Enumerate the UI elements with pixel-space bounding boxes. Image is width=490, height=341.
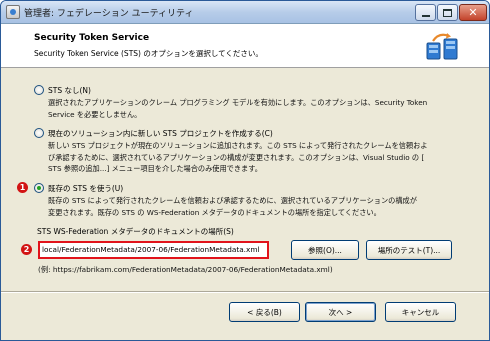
page-subtitle: Security Token Service (STS) のオプションを選択して… — [34, 49, 263, 58]
maximize-icon — [443, 8, 452, 17]
app-icon — [6, 5, 20, 19]
close-button[interactable]: ✕ — [459, 4, 487, 21]
window-title: 管理者: フェデレーション ユーティリティ — [24, 9, 194, 19]
option-label: 現在のソリューション内に新しい STS プロジェクトを作成する(C) — [48, 129, 273, 138]
option-description: 選択されたアプリケーションのクレーム プログラミング モデルを有効にします。この… — [48, 98, 428, 119]
metadata-location-input[interactable]: local/FederationMetadata/2007-06/Federat… — [38, 241, 269, 259]
callout-badge-2: 2 — [21, 244, 32, 255]
radio-no-sts[interactable] — [34, 85, 44, 95]
test-location-button[interactable]: 場所のテスト(T)... — [366, 240, 452, 260]
wizard-header: Security Token Service Security Token Se… — [1, 24, 489, 68]
back-button[interactable]: < 戻る(B) — [229, 302, 300, 322]
callout-badge-1: 1 — [17, 182, 28, 193]
metadata-location-label: STS WS-Federation メタデータのドキュメントの場所(S) — [37, 227, 234, 236]
page-title: Security Token Service — [34, 33, 150, 43]
next-button[interactable]: 次へ > — [305, 302, 376, 322]
radio-existing-sts[interactable] — [34, 183, 44, 193]
option-description: 既存の STS によって発行されたクレームを信頼および承認するために、選択されて… — [48, 196, 417, 217]
option-label: 既存の STS を使う(U) — [48, 184, 124, 193]
dialog-window: 管理者: フェデレーション ユーティリティ ✕ Security Token S… — [0, 0, 490, 341]
cancel-button[interactable]: キャンセル — [385, 302, 456, 322]
browse-button[interactable]: 参照(O)... — [291, 240, 359, 260]
option-label: STS なし(N) — [48, 86, 91, 95]
title-bar[interactable]: 管理者: フェデレーション ユーティリティ ✕ — [1, 1, 489, 24]
maximize-button[interactable] — [437, 4, 458, 21]
minimize-button[interactable] — [415, 4, 436, 21]
minimize-icon — [421, 14, 430, 17]
close-icon: ✕ — [468, 6, 478, 19]
footer-separator — [1, 291, 489, 293]
radio-new-sts-project[interactable] — [34, 128, 44, 138]
federation-icon — [426, 33, 458, 60]
metadata-example-text: (例: https://fabrikam.com/FederationMetad… — [38, 265, 333, 274]
option-description: 新しい STS プロジェクトが現在のソリューションに追加されます。この STS … — [48, 141, 428, 173]
